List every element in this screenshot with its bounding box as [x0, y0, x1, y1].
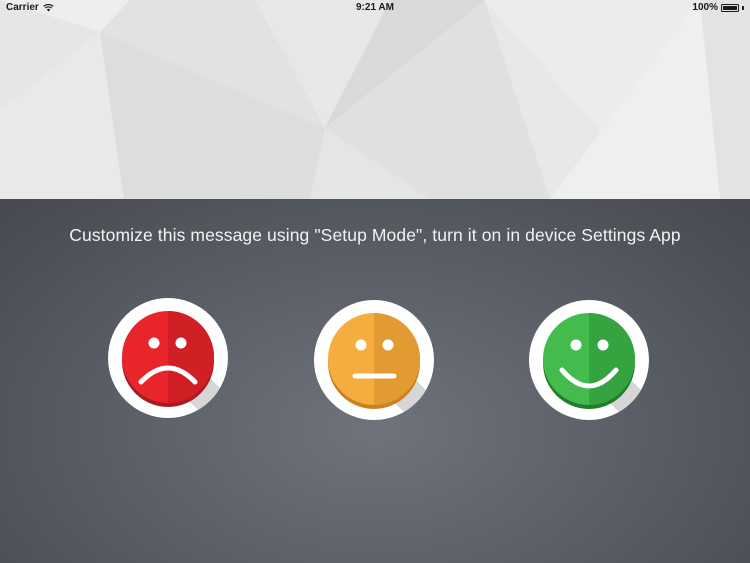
battery-percentage: 100%: [692, 2, 718, 13]
status-time: 9:21 AM: [356, 2, 394, 13]
battery-icon: [721, 3, 739, 12]
battery-indicator: 100%: [692, 2, 744, 13]
feedback-screen: Carrier 9:21 AM 100% Customize this mess…: [0, 0, 750, 563]
prompt-message: Customize this message using "Setup Mode…: [69, 225, 681, 245]
happy-face-icon: [529, 300, 649, 420]
header-banner: [0, 0, 750, 199]
sad-face-button[interactable]: [108, 298, 228, 418]
feedback-panel: Customize this message using "Setup Mode…: [0, 199, 750, 563]
status-bar: Carrier 9:21 AM 100%: [0, 0, 750, 16]
neutral-face-icon: [314, 300, 434, 420]
neutral-face-button[interactable]: [314, 300, 434, 420]
happy-face-button[interactable]: [529, 300, 649, 420]
low-poly-background: [0, 0, 750, 199]
sad-face-icon: [108, 298, 228, 418]
